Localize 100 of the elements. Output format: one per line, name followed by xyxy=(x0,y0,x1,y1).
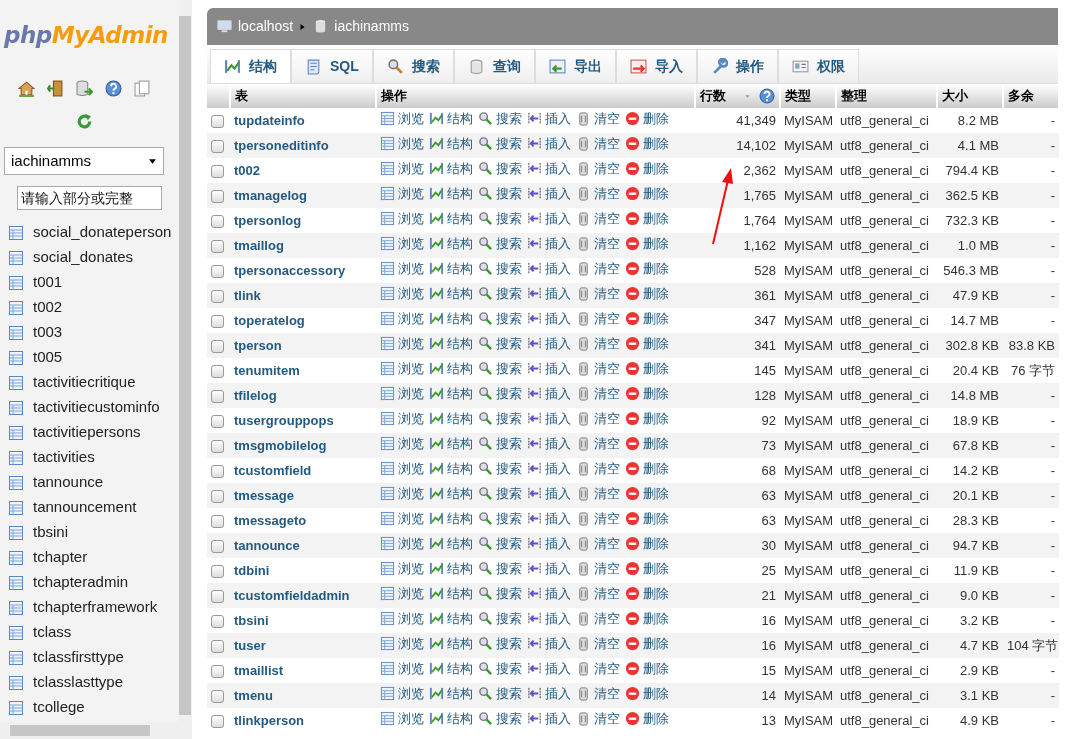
tab[interactable]: 导入 xyxy=(615,49,697,83)
action-link[interactable]: 搜索 xyxy=(478,109,522,129)
action-link[interactable]: 搜索 xyxy=(478,534,522,554)
action-link[interactable]: 清空 xyxy=(576,434,620,454)
action-link[interactable]: 插入 xyxy=(527,109,571,129)
action-link[interactable]: 删除 xyxy=(625,134,669,154)
sidebar-table-link[interactable]: tactivities xyxy=(33,446,95,469)
action-link[interactable]: 结构 xyxy=(429,709,473,729)
column-header[interactable]: 整理 xyxy=(841,88,867,104)
action-link[interactable]: 插入 xyxy=(527,534,571,554)
tab[interactable]: 搜索 xyxy=(372,49,454,83)
table-icon[interactable] xyxy=(8,474,24,491)
action-link[interactable]: 删除 xyxy=(625,334,669,354)
action-link[interactable]: 搜索 xyxy=(478,309,522,329)
action-link[interactable]: 浏览 xyxy=(380,209,424,229)
action-link[interactable]: 搜索 xyxy=(478,609,522,629)
action-link[interactable]: 搜索 xyxy=(478,459,522,479)
action-link[interactable]: 插入 xyxy=(527,134,571,154)
action-link[interactable]: 搜索 xyxy=(478,234,522,254)
action-link[interactable]: 插入 xyxy=(527,409,571,429)
action-link[interactable]: 结构 xyxy=(429,634,473,654)
sidebar-table-link[interactable]: tchapterframework xyxy=(33,596,158,619)
row-checkbox[interactable] xyxy=(211,439,224,453)
table-link[interactable]: tdbini xyxy=(234,562,270,578)
action-link[interactable]: 删除 xyxy=(625,634,669,654)
table-icon[interactable] xyxy=(8,574,24,591)
action-link[interactable]: 浏览 xyxy=(380,559,424,579)
sidebar-table-link[interactable]: tclasslasttype xyxy=(33,671,124,694)
tab[interactable]: SQL xyxy=(291,49,373,83)
sidebar-table-link[interactable]: tclass xyxy=(33,621,72,644)
action-link[interactable]: 浏览 xyxy=(380,284,424,304)
sidebar-table-link[interactable]: tactivitiepersons xyxy=(33,421,141,444)
action-link[interactable]: 删除 xyxy=(625,109,669,129)
table-link[interactable]: tlinkperson xyxy=(234,712,305,728)
action-link[interactable]: 搜索 xyxy=(478,259,522,279)
action-link[interactable]: 浏览 xyxy=(380,309,424,329)
action-link[interactable]: 结构 xyxy=(429,109,473,129)
table-link[interactable]: t002 xyxy=(234,162,261,178)
action-link[interactable]: 清空 xyxy=(576,559,620,579)
action-link[interactable]: 结构 xyxy=(429,609,473,629)
action-link[interactable]: 清空 xyxy=(576,359,620,379)
action-link[interactable]: 浏览 xyxy=(380,434,424,454)
table-link[interactable]: tusergrouppops xyxy=(234,412,334,428)
row-checkbox[interactable] xyxy=(211,289,224,303)
action-link[interactable]: 清空 xyxy=(576,534,620,554)
action-link[interactable]: 删除 xyxy=(625,234,669,254)
action-link[interactable]: 浏览 xyxy=(380,484,424,504)
action-link[interactable]: 插入 xyxy=(527,634,571,654)
action-link[interactable]: 插入 xyxy=(527,159,571,179)
action-link[interactable]: 搜索 xyxy=(478,209,522,229)
row-checkbox[interactable] xyxy=(211,364,224,378)
action-link[interactable]: 插入 xyxy=(527,509,571,529)
action-link[interactable]: 浏览 xyxy=(380,509,424,529)
vertical-scrollbar[interactable] xyxy=(178,0,192,739)
table-link[interactable]: tbsini xyxy=(234,612,269,628)
action-link[interactable]: 结构 xyxy=(429,434,473,454)
action-link[interactable]: 结构 xyxy=(429,509,473,529)
action-link[interactable]: 清空 xyxy=(576,234,620,254)
action-link[interactable]: 结构 xyxy=(429,659,473,679)
action-link[interactable]: 删除 xyxy=(625,534,669,554)
action-link[interactable]: 搜索 xyxy=(478,334,522,354)
table-icon[interactable] xyxy=(8,649,24,666)
action-link[interactable]: 删除 xyxy=(625,609,669,629)
row-checkbox[interactable] xyxy=(211,589,224,603)
action-link[interactable]: 结构 xyxy=(429,534,473,554)
action-link[interactable]: 搜索 xyxy=(478,184,522,204)
action-link[interactable]: 删除 xyxy=(625,434,669,454)
action-link[interactable]: 结构 xyxy=(429,259,473,279)
action-link[interactable]: 删除 xyxy=(625,509,669,529)
table-link[interactable]: tmessageto xyxy=(234,512,307,528)
action-link[interactable]: 结构 xyxy=(429,584,473,604)
table-icon[interactable] xyxy=(8,249,24,266)
action-link[interactable]: 搜索 xyxy=(478,134,522,154)
row-checkbox[interactable] xyxy=(211,489,224,503)
table-icon[interactable] xyxy=(8,299,24,316)
action-link[interactable]: 搜索 xyxy=(478,434,522,454)
action-link[interactable]: 删除 xyxy=(625,159,669,179)
table-link[interactable]: tpersonlog xyxy=(234,212,302,228)
table-icon[interactable] xyxy=(8,549,24,566)
action-link[interactable]: 浏览 xyxy=(380,534,424,554)
row-checkbox[interactable] xyxy=(211,664,224,678)
action-link[interactable]: 删除 xyxy=(625,459,669,479)
action-link[interactable]: 浏览 xyxy=(380,609,424,629)
sidebar-table-link[interactable]: tactivitiecritique xyxy=(33,371,136,394)
table-link[interactable]: tpersonaccessory xyxy=(234,262,346,278)
action-link[interactable]: 清空 xyxy=(576,484,620,504)
action-link[interactable]: 搜索 xyxy=(478,709,522,729)
action-link[interactable]: 删除 xyxy=(625,209,669,229)
table-icon[interactable] xyxy=(8,449,24,466)
row-checkbox[interactable] xyxy=(211,239,224,253)
tab[interactable]: 查询 xyxy=(453,49,535,83)
table-icon[interactable] xyxy=(8,674,24,691)
action-link[interactable]: 插入 xyxy=(527,609,571,629)
table-link[interactable]: tupdateinfo xyxy=(234,112,305,128)
action-link[interactable]: 删除 xyxy=(625,409,669,429)
tab[interactable]: 操作 xyxy=(696,49,778,83)
action-link[interactable]: 插入 xyxy=(527,334,571,354)
tab[interactable]: 结构 xyxy=(210,49,291,83)
sidebar-table-link[interactable]: t002 xyxy=(33,296,63,319)
table-icon[interactable] xyxy=(8,374,24,391)
